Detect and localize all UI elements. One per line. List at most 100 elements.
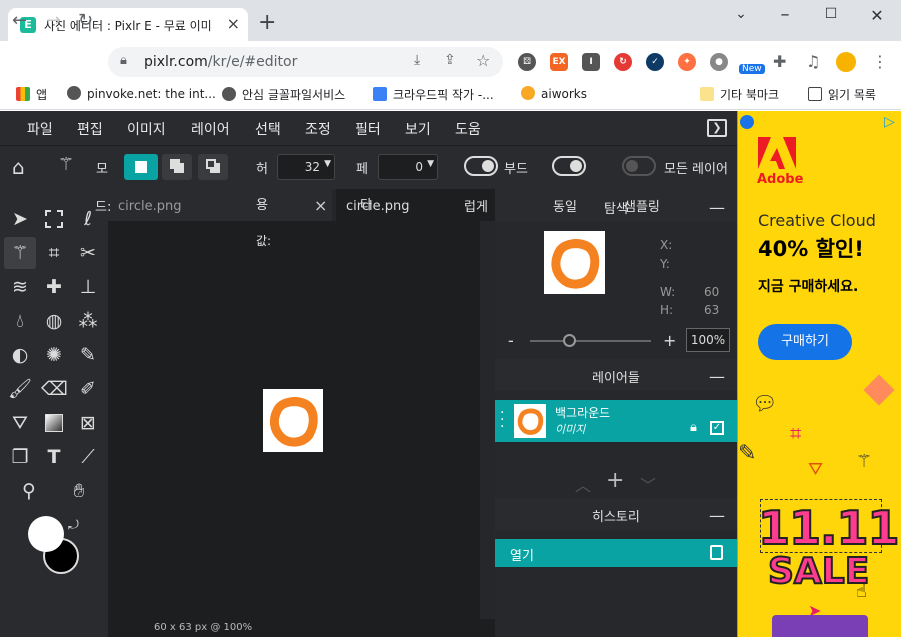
zoom-slider-track[interactable] (530, 340, 651, 342)
menu-view[interactable]: 보기 (405, 119, 431, 139)
liquify-tool-icon[interactable]: ≋ (7, 274, 33, 300)
tab-close-icon[interactable]: × (227, 14, 240, 33)
ad-choices-icon[interactable]: ▷ (884, 114, 895, 130)
menu-image[interactable]: 이미지 (127, 119, 166, 139)
extension-dice-icon[interactable]: ⚄ (518, 53, 536, 71)
tolerance-input[interactable]: 32 ▼ (277, 154, 335, 180)
bookmark-crowdpic[interactable]: 크라우드픽 작가 -... (373, 86, 494, 103)
bookmark-apps[interactable]: 앱 (16, 86, 47, 103)
extension-red-icon[interactable]: ↻ (614, 53, 632, 71)
layer-up-icon[interactable]: ︿ (575, 472, 591, 496)
bookmark-safe-font[interactable]: 안심 글꼴파일서비스 (222, 86, 345, 103)
feather-input[interactable]: 0 ▼ (378, 154, 438, 180)
drawing-pen-tool-icon[interactable]: ✎ (75, 342, 101, 368)
share-icon[interactable]: ⇪ (444, 52, 456, 68)
window-close-button[interactable]: ✕ (862, 6, 892, 25)
extension-check-icon[interactable]: ✓ (646, 53, 664, 71)
cutout-tool-icon[interactable]: ✂ (75, 240, 101, 266)
text-tool-icon[interactable]: T (41, 444, 67, 470)
layer-drag-handle-icon[interactable]: · · · (500, 406, 504, 434)
crop-tool-icon[interactable]: ⌗ (41, 240, 67, 266)
sample-toggle[interactable] (552, 156, 586, 176)
menu-edit[interactable]: 편집 (77, 119, 103, 139)
tab-search-chevron-icon[interactable]: ⌄ (726, 6, 756, 22)
pixelate-tool-icon[interactable]: ⁂ (75, 308, 101, 334)
menu-file[interactable]: 파일 (27, 119, 53, 139)
bookmark-pinvoke[interactable]: pinvoke.net: the int... (67, 86, 216, 101)
menu-select[interactable]: 선택 (255, 119, 281, 139)
arrange-tool-icon[interactable]: ➤ (7, 206, 33, 232)
back-button[interactable]: ← (12, 10, 27, 31)
layers-collapse-icon[interactable]: — (709, 367, 725, 386)
collapse-panel-icon[interactable]: ❯ (707, 119, 727, 137)
canvas-scrollbar[interactable] (480, 221, 495, 619)
menu-help[interactable]: 도움 (455, 119, 481, 139)
navigator-thumbnail[interactable] (544, 231, 605, 294)
browser-menu-icon[interactable]: ⋮ (872, 52, 888, 71)
recolor-tool-icon[interactable]: ✐ (75, 376, 101, 402)
gradient-tool-icon[interactable] (41, 410, 67, 436)
extension-grey-icon[interactable]: ● (710, 53, 728, 71)
add-layer-icon[interactable]: + (606, 468, 624, 493)
dodge-burn-tool-icon[interactable]: ◐ (7, 342, 33, 368)
zoom-slider-thumb[interactable] (563, 334, 577, 347)
adobe-ad-banner[interactable]: ▷ Adobe Creative Cloud 40% 할인! 지금 구매하세요.… (737, 111, 901, 637)
sticker-tool-icon[interactable]: ❐ (7, 444, 33, 470)
heal-tool-icon[interactable]: ✚ (41, 274, 67, 300)
menu-filter[interactable]: 필터 (355, 119, 381, 139)
magic-wand-tool-icon[interactable]: ⚚ (7, 240, 33, 266)
bookmark-aiworks[interactable]: aiworks (521, 86, 587, 101)
fill-tool-icon[interactable]: ⛛ (7, 410, 33, 436)
hand-tool-icon[interactable]: ✋︎ (66, 478, 92, 504)
home-icon[interactable]: ⌂ (12, 155, 25, 179)
mode-subtract-button[interactable] (198, 154, 228, 180)
profile-avatar[interactable] (836, 52, 856, 72)
zoom-out-button[interactable]: - (508, 331, 514, 350)
ad-buy-button[interactable]: 구매하기 (758, 324, 852, 360)
install-app-icon[interactable]: ⤓ (414, 52, 420, 68)
layer-lock-icon[interactable]: 🔒︎ (690, 420, 697, 435)
reload-button[interactable]: ↻ (78, 10, 93, 31)
layer-visible-checkbox[interactable]: ✓ (710, 421, 724, 435)
smooth-toggle[interactable] (464, 156, 498, 176)
swap-colors-icon[interactable]: ⤾ (68, 518, 79, 533)
shape-tool-icon[interactable]: ⊠ (75, 410, 101, 436)
clone-stamp-tool-icon[interactable]: ⊥ (75, 274, 101, 300)
extension-ex-icon[interactable]: EX (550, 53, 568, 71)
foreground-color-swatch[interactable] (28, 516, 64, 552)
zoom-tool-icon[interactable]: ⚲ (16, 478, 42, 504)
maximize-button[interactable]: ☐ (816, 6, 846, 22)
reading-list[interactable]: 읽기 목록 (808, 86, 876, 103)
ad-privacy-icon[interactable] (740, 115, 754, 129)
sponge-tool-icon[interactable]: ◍ (41, 308, 67, 334)
mode-new-button[interactable] (124, 154, 158, 180)
eraser-tool-icon[interactable]: ⌫ (41, 376, 68, 402)
media-control-icon[interactable]: ♫ (806, 52, 820, 71)
address-bar[interactable]: 🔒︎ pixlr.com/kr/e/#editor ⤓ ⇪ ☆ (108, 47, 503, 77)
all-layers-toggle[interactable] (622, 156, 656, 176)
extensions-puzzle-icon[interactable]: ✚ (773, 52, 786, 71)
extension-i-icon[interactable]: I (582, 53, 600, 71)
zoom-input[interactable]: 100% (686, 328, 730, 352)
new-tab-button[interactable]: + (258, 12, 276, 34)
browser-tab[interactable]: E 사진 에디터 : Pixlr E - 무료 이미 × (8, 8, 248, 41)
forward-button[interactable]: → (46, 10, 61, 31)
menu-layer[interactable]: 레이어 (191, 119, 230, 139)
document-canvas[interactable] (263, 389, 323, 452)
extension-orange-icon[interactable]: ✦ (678, 53, 696, 71)
layer-down-icon[interactable]: ﹀ (640, 472, 656, 496)
zoom-in-button[interactable]: + (663, 331, 676, 350)
navigator-collapse-icon[interactable]: — (709, 198, 725, 217)
other-bookmarks[interactable]: 기타 북마크 (700, 86, 779, 103)
brush-tool-icon[interactable]: 🖌︎ (7, 376, 33, 402)
minimize-button[interactable]: – (770, 4, 800, 25)
mode-add-button[interactable] (162, 154, 192, 180)
doc-tab-1-close-icon[interactable]: × (314, 196, 327, 215)
color-picker-tool-icon[interactable]: ⟋ (75, 444, 101, 470)
menu-adjust[interactable]: 조정 (305, 119, 331, 139)
bookmark-star-icon[interactable]: ☆ (476, 51, 490, 70)
marquee-tool-icon[interactable] (41, 206, 67, 232)
blur-tool-icon[interactable]: 💧︎ (7, 308, 33, 334)
history-collapse-icon[interactable]: — (709, 506, 725, 525)
color-replace-tool-icon[interactable]: ✺ (41, 342, 67, 368)
